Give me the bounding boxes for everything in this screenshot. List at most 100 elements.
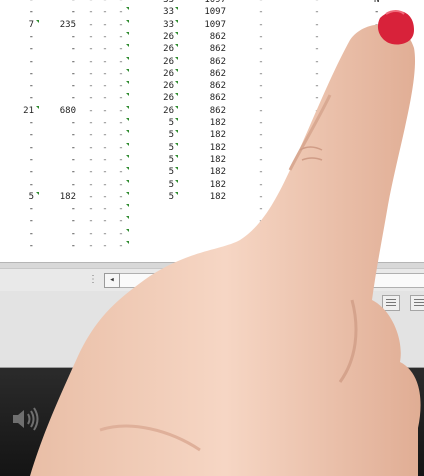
cell-c[interactable]: - bbox=[88, 240, 94, 252]
cell-c[interactable]: - bbox=[88, 191, 94, 203]
table-row[interactable]: - - - - -26 862- - N bbox=[0, 92, 424, 104]
cell-j[interactable]: - bbox=[374, 31, 379, 43]
cell-j[interactable]: N bbox=[374, 166, 379, 178]
cell-f[interactable]: 33 bbox=[150, 19, 174, 31]
table-row[interactable]: -------N bbox=[0, 228, 424, 240]
cell-h[interactable]: - bbox=[258, 68, 264, 80]
cell-f[interactable]: 26 bbox=[150, 92, 174, 104]
cell-c[interactable]: - bbox=[88, 31, 94, 43]
table-row[interactable]: - - - - -5 182- - N bbox=[0, 129, 424, 141]
cell-b[interactable]: - bbox=[46, 203, 76, 215]
cell-f[interactable]: 5 bbox=[150, 129, 174, 141]
cell-a[interactable]: - bbox=[0, 240, 34, 252]
cell-f[interactable]: 5 bbox=[150, 154, 174, 166]
cell-i[interactable]: - bbox=[314, 179, 320, 191]
cell-c[interactable]: - bbox=[88, 105, 94, 117]
cell-c[interactable]: - bbox=[88, 19, 94, 31]
cell-a[interactable]: - bbox=[0, 31, 34, 43]
cell-g[interactable]: 182 bbox=[176, 129, 226, 141]
cell-j[interactable]: N bbox=[374, 215, 379, 227]
cell-i[interactable]: - bbox=[314, 240, 320, 252]
cell-b[interactable]: - bbox=[46, 166, 76, 178]
cell-b[interactable]: 182 bbox=[46, 191, 76, 203]
cell-i[interactable]: - bbox=[314, 203, 320, 215]
cell-j[interactable]: - bbox=[374, 56, 379, 68]
table-row[interactable]: - - - - -26 862- - - bbox=[0, 68, 424, 80]
cell-h[interactable]: - bbox=[258, 179, 264, 191]
cell-c[interactable]: - bbox=[88, 92, 94, 104]
normal-view-icon[interactable] bbox=[410, 295, 424, 311]
cell-h[interactable]: - bbox=[258, 191, 264, 203]
cell-j[interactable]: N bbox=[374, 179, 379, 191]
cell-d[interactable]: - bbox=[102, 179, 108, 191]
cell-f[interactable]: 5 bbox=[150, 179, 174, 191]
cell-f[interactable]: 26 bbox=[150, 56, 174, 68]
cell-a[interactable]: - bbox=[0, 203, 34, 215]
cell-d[interactable]: - bbox=[102, 105, 108, 117]
cell-a[interactable]: - bbox=[0, 215, 34, 227]
scroll-left-button[interactable]: ◂ bbox=[104, 273, 120, 288]
cell-h[interactable]: - bbox=[258, 105, 264, 117]
cell-c[interactable]: - bbox=[88, 56, 94, 68]
cell-g[interactable]: 862 bbox=[176, 92, 226, 104]
cell-b[interactable]: - bbox=[46, 240, 76, 252]
table-row[interactable]: -------N bbox=[0, 215, 424, 227]
cell-f[interactable] bbox=[150, 228, 174, 240]
cell-h[interactable]: - bbox=[258, 166, 264, 178]
cell-h[interactable]: - bbox=[258, 19, 264, 31]
cell-g[interactable]: 182 bbox=[176, 166, 226, 178]
cell-e[interactable]: - bbox=[118, 215, 124, 227]
cell-d[interactable]: - bbox=[102, 203, 108, 215]
cell-f[interactable]: 5 bbox=[150, 142, 174, 154]
cell-e[interactable]: - bbox=[118, 228, 124, 240]
cell-g[interactable]: 862 bbox=[176, 105, 226, 117]
cell-b[interactable]: - bbox=[46, 31, 76, 43]
cell-a[interactable]: - bbox=[0, 154, 34, 166]
cell-g[interactable]: 182 bbox=[176, 117, 226, 129]
cell-g[interactable]: 862 bbox=[176, 56, 226, 68]
cell-a[interactable]: - bbox=[0, 6, 34, 18]
cell-c[interactable]: - bbox=[88, 68, 94, 80]
cell-d[interactable]: - bbox=[102, 142, 108, 154]
cell-a[interactable]: 7 bbox=[0, 19, 34, 31]
cell-e[interactable]: - bbox=[118, 31, 124, 43]
cell-f[interactable]: 5 bbox=[150, 117, 174, 129]
table-row[interactable]: - - - - - 33 1097 - - N bbox=[0, 0, 424, 6]
table-row[interactable]: - - - - -5 182- - N bbox=[0, 179, 424, 191]
cell-c[interactable]: - bbox=[88, 117, 94, 129]
cell-e[interactable]: - bbox=[118, 92, 124, 104]
cell-b[interactable]: - bbox=[46, 142, 76, 154]
cell-d[interactable]: - bbox=[102, 240, 108, 252]
cell-e[interactable]: - bbox=[118, 80, 124, 92]
cell-c[interactable]: - bbox=[88, 129, 94, 141]
cell-d[interactable]: - bbox=[102, 92, 108, 104]
cell-e[interactable]: - bbox=[118, 240, 124, 252]
cell-f[interactable] bbox=[150, 203, 174, 215]
cell-a[interactable]: - bbox=[0, 228, 34, 240]
cell-g[interactable]: 182 bbox=[176, 154, 226, 166]
cell-h[interactable]: - bbox=[258, 43, 264, 55]
cell-b[interactable]: - bbox=[46, 129, 76, 141]
table-row[interactable]: - - - - -26 862- - - bbox=[0, 56, 424, 68]
cell-i[interactable]: - bbox=[314, 166, 320, 178]
cell-h[interactable]: - bbox=[258, 142, 264, 154]
cell-b[interactable]: - bbox=[46, 0, 76, 6]
cell-d[interactable]: - bbox=[102, 129, 108, 141]
cell-d[interactable]: - bbox=[102, 56, 108, 68]
cell-e[interactable]: - bbox=[118, 0, 124, 6]
table-row[interactable]: - - - - -5 182- - N bbox=[0, 142, 424, 154]
cell-d[interactable]: - bbox=[102, 19, 108, 31]
cell-d[interactable]: - bbox=[102, 68, 108, 80]
cell-i[interactable]: - bbox=[314, 142, 320, 154]
cell-f[interactable]: 26 bbox=[150, 80, 174, 92]
cell-a[interactable]: - bbox=[0, 43, 34, 55]
cell-i[interactable]: - bbox=[314, 19, 320, 31]
cell-g[interactable] bbox=[176, 203, 226, 215]
cell-b[interactable]: - bbox=[46, 154, 76, 166]
cell-e[interactable]: - bbox=[118, 68, 124, 80]
cell-b[interactable]: - bbox=[46, 80, 76, 92]
cell-g[interactable]: 182 bbox=[176, 191, 226, 203]
cell-i[interactable]: - bbox=[314, 0, 320, 6]
cell-g[interactable] bbox=[176, 228, 226, 240]
cell-h[interactable]: - bbox=[258, 154, 264, 166]
